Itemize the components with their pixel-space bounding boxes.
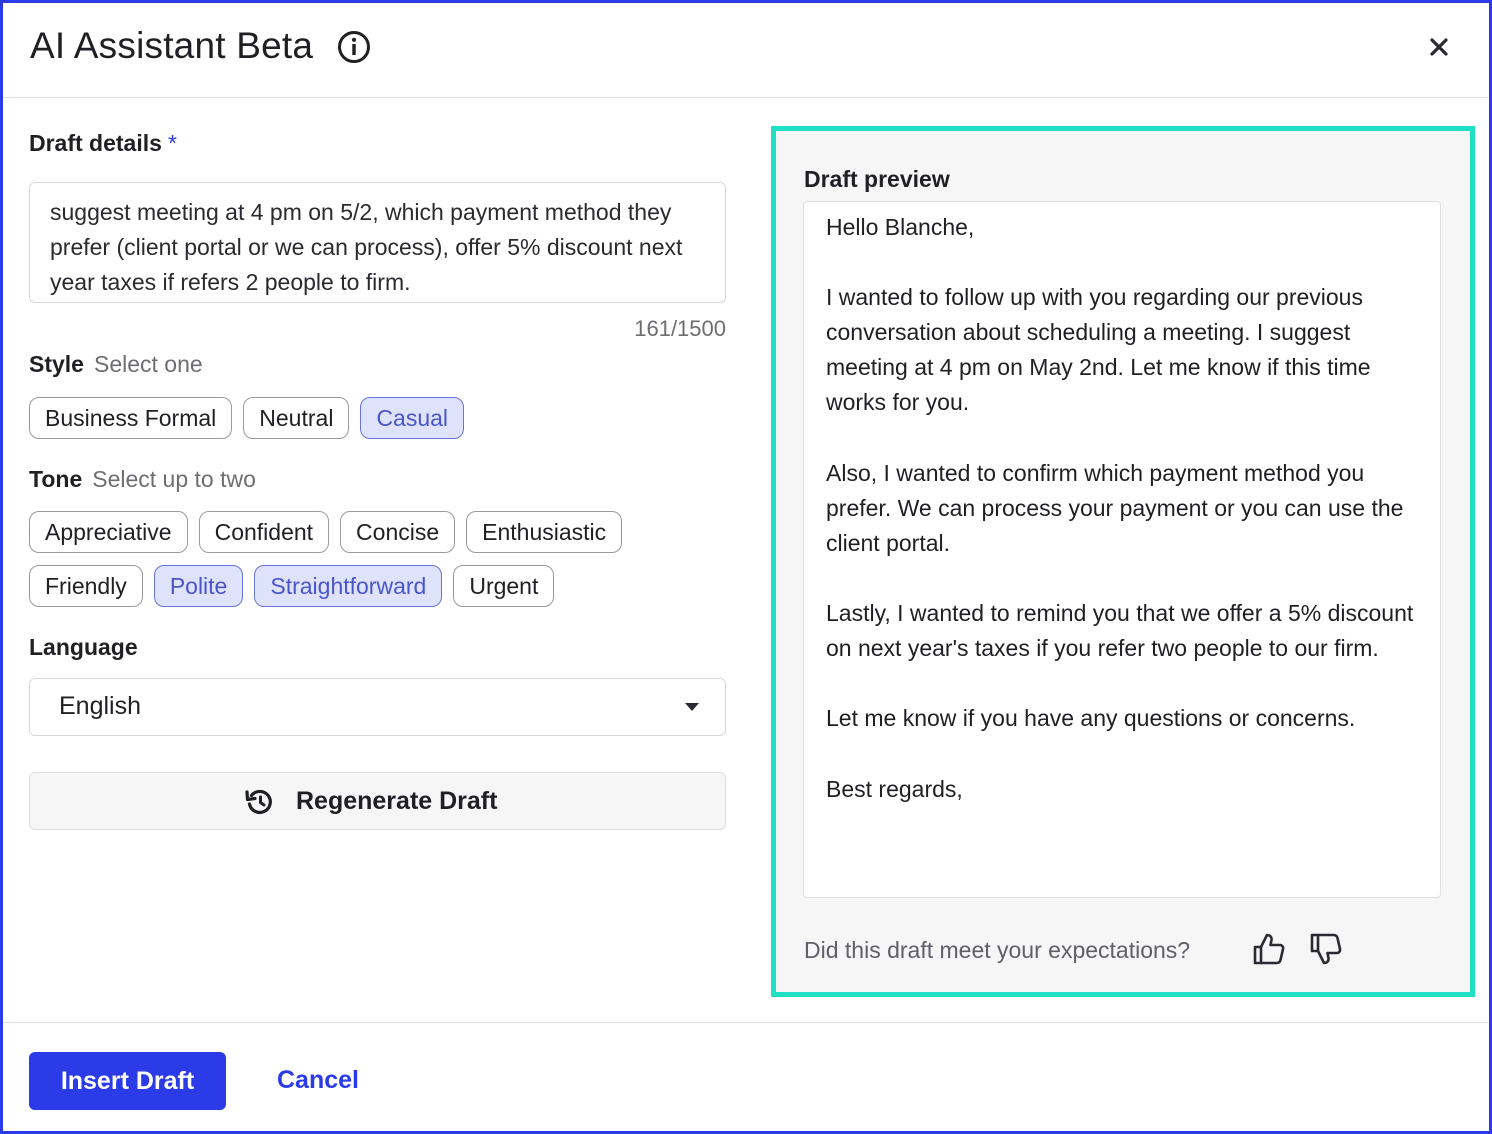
tone-chip-polite[interactable]: Polite <box>153 565 244 607</box>
close-icon[interactable] <box>1423 31 1455 63</box>
draft-details-label: Draft details * <box>29 130 177 157</box>
regenerate-draft-label: Regenerate Draft <box>296 787 498 815</box>
tone-options-row-1: Appreciative Confident Concise Enthusias… <box>29 511 623 553</box>
draft-preview-text[interactable]: Hello Blanche, I wanted to follow up wit… <box>803 201 1441 898</box>
cancel-button[interactable]: Cancel <box>277 1066 359 1095</box>
feedback-question: Did this draft meet your expectations? <box>804 937 1191 963</box>
thumbs-down-icon[interactable] <box>1308 931 1344 967</box>
draft-preview-panel: Draft preview Hello Blanche, I wanted to… <box>771 126 1475 997</box>
style-options: Business Formal Neutral Casual <box>29 397 465 439</box>
draft-details-textarea[interactable]: suggest meeting at 4 pm on 5/2, which pa… <box>29 182 726 303</box>
refresh-icon <box>245 789 272 814</box>
language-select[interactable]: English <box>29 678 726 736</box>
style-chip-business-formal[interactable]: Business Formal <box>29 397 233 439</box>
language-label: Language <box>29 634 138 660</box>
tone-hint: Select up to two <box>92 466 256 492</box>
insert-draft-button[interactable]: Insert Draft <box>29 1052 226 1110</box>
tone-chip-concise[interactable]: Concise <box>340 511 456 553</box>
ai-assistant-dialog: AI Assistant Beta Draft details * suggest… <box>0 0 1492 1134</box>
tone-options-row-2: Friendly Polite Straightforward Urgent <box>29 565 555 607</box>
dialog-footer: Insert Draft Cancel <box>3 1022 1489 1134</box>
character-counter: 161/1500 <box>634 316 726 341</box>
preview-closing: Best regards, <box>826 775 963 802</box>
required-marker: * <box>167 130 177 156</box>
tone-chip-confident[interactable]: Confident <box>198 511 330 553</box>
tone-chip-straightforward[interactable]: Straightforward <box>254 565 443 607</box>
style-hint: Select one <box>93 351 203 377</box>
style-chip-casual[interactable]: Casual <box>360 397 465 439</box>
regenerate-draft-button[interactable]: Regenerate Draft <box>29 772 726 830</box>
tone-label-text: Tone <box>29 466 83 492</box>
thumbs-up-icon[interactable] <box>1251 931 1287 967</box>
preview-greeting: Hello Blanche, <box>826 214 975 240</box>
style-chip-neutral[interactable]: Neutral <box>243 397 350 439</box>
style-label: Style Select one <box>29 351 203 378</box>
dialog-title: AI Assistant Beta <box>30 25 314 66</box>
tone-chip-appreciative[interactable]: Appreciative <box>29 511 188 553</box>
tone-label: Tone Select up to two <box>29 466 256 493</box>
preview-paragraph-4: Let me know if you have any questions or… <box>826 705 1356 732</box>
draft-preview-label: Draft preview <box>804 166 950 192</box>
language-select-value: English <box>59 692 141 720</box>
preview-paragraph-3: Lastly, I wanted to remind you that we o… <box>826 600 1414 662</box>
tone-chip-friendly[interactable]: Friendly <box>29 565 143 607</box>
tone-chip-enthusiastic[interactable]: Enthusiastic <box>466 511 623 553</box>
preview-paragraph-2: Also, I wanted to confirm which payment … <box>826 459 1404 556</box>
preview-paragraph-1: I wanted to follow up with you regarding… <box>826 284 1371 416</box>
style-label-text: Style <box>29 351 84 377</box>
info-circle-icon[interactable] <box>337 30 371 64</box>
dialog-header: AI Assistant Beta <box>3 3 1489 98</box>
tone-chip-urgent[interactable]: Urgent <box>453 565 555 607</box>
draft-details-label-text: Draft details <box>29 130 162 156</box>
caret-down-icon <box>685 703 699 711</box>
